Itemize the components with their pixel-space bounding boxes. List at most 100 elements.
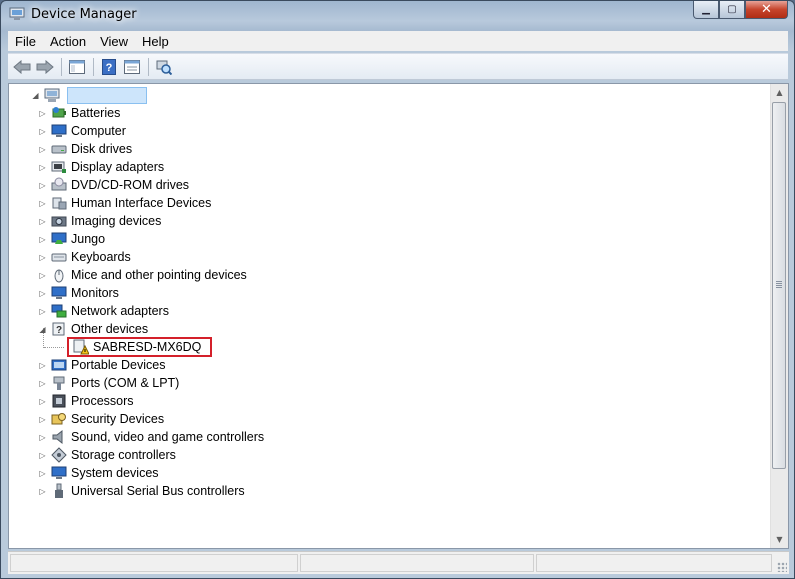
scan-hardware-changes-button[interactable] (153, 56, 175, 78)
expand-arrow-icon[interactable]: ▷ (38, 487, 47, 496)
expand-arrow-icon[interactable]: ▷ (38, 361, 47, 370)
show-hide-console-tree-button[interactable] (66, 56, 88, 78)
expand-arrow-icon[interactable]: ▷ (38, 271, 47, 280)
scroll-down-icon[interactable]: ▼ (771, 531, 788, 548)
resize-grip[interactable] (777, 562, 787, 572)
close-button[interactable]: ✕ (745, 1, 788, 19)
status-pane-middle (300, 554, 534, 572)
collapse-arrow-icon[interactable]: ◢ (38, 325, 47, 334)
tree-category[interactable]: ▷ Ports (COM & LPT) (38, 374, 179, 392)
expand-arrow-icon[interactable]: ▷ (38, 307, 47, 316)
tree-device-item[interactable]: SABRESD-MX6DQ (67, 337, 213, 357)
menu-help[interactable]: Help (135, 34, 176, 49)
tree-category-label: Imaging devices (71, 214, 162, 228)
back-button[interactable] (11, 56, 33, 78)
collapse-root-icon[interactable]: ◢ (31, 91, 40, 100)
storage-controller-icon (51, 447, 67, 463)
minimize-button[interactable]: ▁ (693, 1, 719, 19)
expand-arrow-icon[interactable]: ▷ (38, 217, 47, 226)
tree-category[interactable]: ▷ Security Devices (38, 410, 164, 428)
expand-arrow-icon[interactable]: ▷ (38, 109, 47, 118)
tree-connector (44, 347, 64, 349)
forward-button[interactable] (34, 56, 56, 78)
tree-category-label: System devices (71, 466, 159, 480)
title-bar[interactable]: Device Manager ▁ ▢ ✕ (1, 1, 794, 31)
tree-category[interactable]: ▷ Network adapters (38, 302, 169, 320)
help-button[interactable]: ? (98, 56, 120, 78)
properties-icon (124, 59, 140, 74)
tree-category[interactable]: ▷ Jungo (38, 230, 105, 248)
tree-category[interactable]: ▷ Mice and other pointing devices (38, 266, 247, 284)
maximize-button[interactable]: ▢ (719, 1, 745, 19)
expand-arrow-icon[interactable]: ▷ (38, 415, 47, 424)
tree-root[interactable]: ◢ (31, 86, 147, 104)
device-manager-window: Device Manager ▁ ▢ ✕ File Action View He… (0, 0, 795, 579)
properties-button[interactable] (121, 56, 143, 78)
unknown-device-icon: ? (52, 322, 65, 336)
tree-category[interactable]: ▷ Sound, video and game controllers (38, 428, 264, 446)
security-device-icon (51, 413, 66, 425)
tree-category[interactable]: ▷ Human Interface Devices (38, 194, 211, 212)
jungo-icon (51, 232, 67, 244)
tree-category[interactable]: ▷ DVD/CD-ROM drives (38, 176, 189, 194)
tree-category-label: Security Devices (71, 412, 165, 426)
expand-arrow-icon[interactable]: ▷ (38, 127, 47, 136)
tree-category[interactable]: ▷ Processors (38, 392, 134, 410)
back-arrow-icon (13, 59, 31, 74)
expand-arrow-icon[interactable]: ▷ (38, 235, 47, 244)
expand-arrow-icon[interactable]: ▷ (38, 145, 47, 154)
expand-arrow-icon[interactable]: ▷ (38, 451, 47, 460)
vertical-scrollbar[interactable]: ▲ ▼ (770, 84, 788, 548)
tree-category[interactable]: ▷ Keyboards (38, 248, 131, 266)
tree-category[interactable]: ▷ Universal Serial Bus controllers (38, 482, 245, 500)
menu-file[interactable]: File (8, 34, 43, 49)
tree-category[interactable]: ▷ Storage controllers (38, 446, 176, 464)
expand-arrow-icon[interactable]: ▷ (38, 181, 47, 190)
tree-category[interactable]: ▷ Display adapters (38, 158, 164, 176)
expand-arrow-icon[interactable]: ▷ (38, 199, 47, 208)
expand-arrow-icon[interactable]: ▷ (38, 379, 47, 388)
tree-category-label: Network adapters (71, 304, 169, 318)
tree-category[interactable]: ▷ Disk drives (38, 140, 132, 158)
scrollbar-thumb[interactable] (772, 102, 786, 469)
device-tree: ◢ ▷ Batteries ▷ Computer ▷ Disk drives ▷ Displa… (9, 84, 771, 548)
close-icon: ✕ (761, 2, 772, 17)
minimize-icon: ▁ (702, 4, 710, 15)
expand-arrow-icon[interactable]: ▷ (38, 469, 47, 478)
tree-category-label: Keyboards (71, 250, 131, 264)
status-pane-right (536, 554, 772, 572)
camera-icon (51, 216, 67, 227)
sound-icon (52, 429, 63, 445)
keyboard-icon (51, 253, 67, 262)
tree-category[interactable]: ◢? Other devices (38, 320, 148, 338)
tree-category-label: Mice and other pointing devices (71, 268, 247, 282)
disk-drive-icon (51, 145, 67, 154)
tree-category[interactable]: ▷ Computer (38, 122, 125, 140)
menu-view[interactable]: View (93, 34, 135, 49)
expand-arrow-icon[interactable]: ▷ (38, 433, 47, 442)
expand-arrow-icon[interactable]: ▷ (38, 289, 47, 298)
tree-category[interactable]: ▷ Batteries (38, 104, 120, 122)
root-label-selected[interactable] (67, 86, 147, 104)
tree-category-label: Display adapters (71, 160, 165, 174)
scroll-up-icon[interactable]: ▲ (771, 84, 788, 101)
tree-category-label: Disk drives (71, 142, 133, 156)
window-title: Device Manager (31, 7, 137, 22)
menu-action[interactable]: Action (43, 34, 93, 49)
tree-category[interactable]: ▷ Monitors (38, 284, 119, 302)
tree-category[interactable]: ▷ Imaging devices (38, 212, 161, 230)
expand-arrow-icon[interactable]: ▷ (38, 253, 47, 262)
tree-category-label: Other devices (71, 322, 149, 336)
device-tree-pane: ◢ ▷ Batteries ▷ Computer ▷ Disk drives ▷ Displa… (8, 83, 789, 549)
computer-icon (51, 124, 67, 137)
tree-category[interactable]: ▷ Portable Devices (38, 356, 165, 374)
tree-category[interactable]: ▷ System devices (38, 464, 159, 482)
tree-category-label: Processors (71, 394, 134, 408)
toolbar-separator (148, 57, 149, 76)
dvd-drive-icon (51, 177, 67, 191)
toolbar: ? (8, 53, 788, 80)
svg-text:?: ? (56, 325, 62, 336)
expand-arrow-icon[interactable]: ▷ (38, 397, 47, 406)
hid-icon (52, 197, 67, 210)
expand-arrow-icon[interactable]: ▷ (38, 163, 47, 172)
